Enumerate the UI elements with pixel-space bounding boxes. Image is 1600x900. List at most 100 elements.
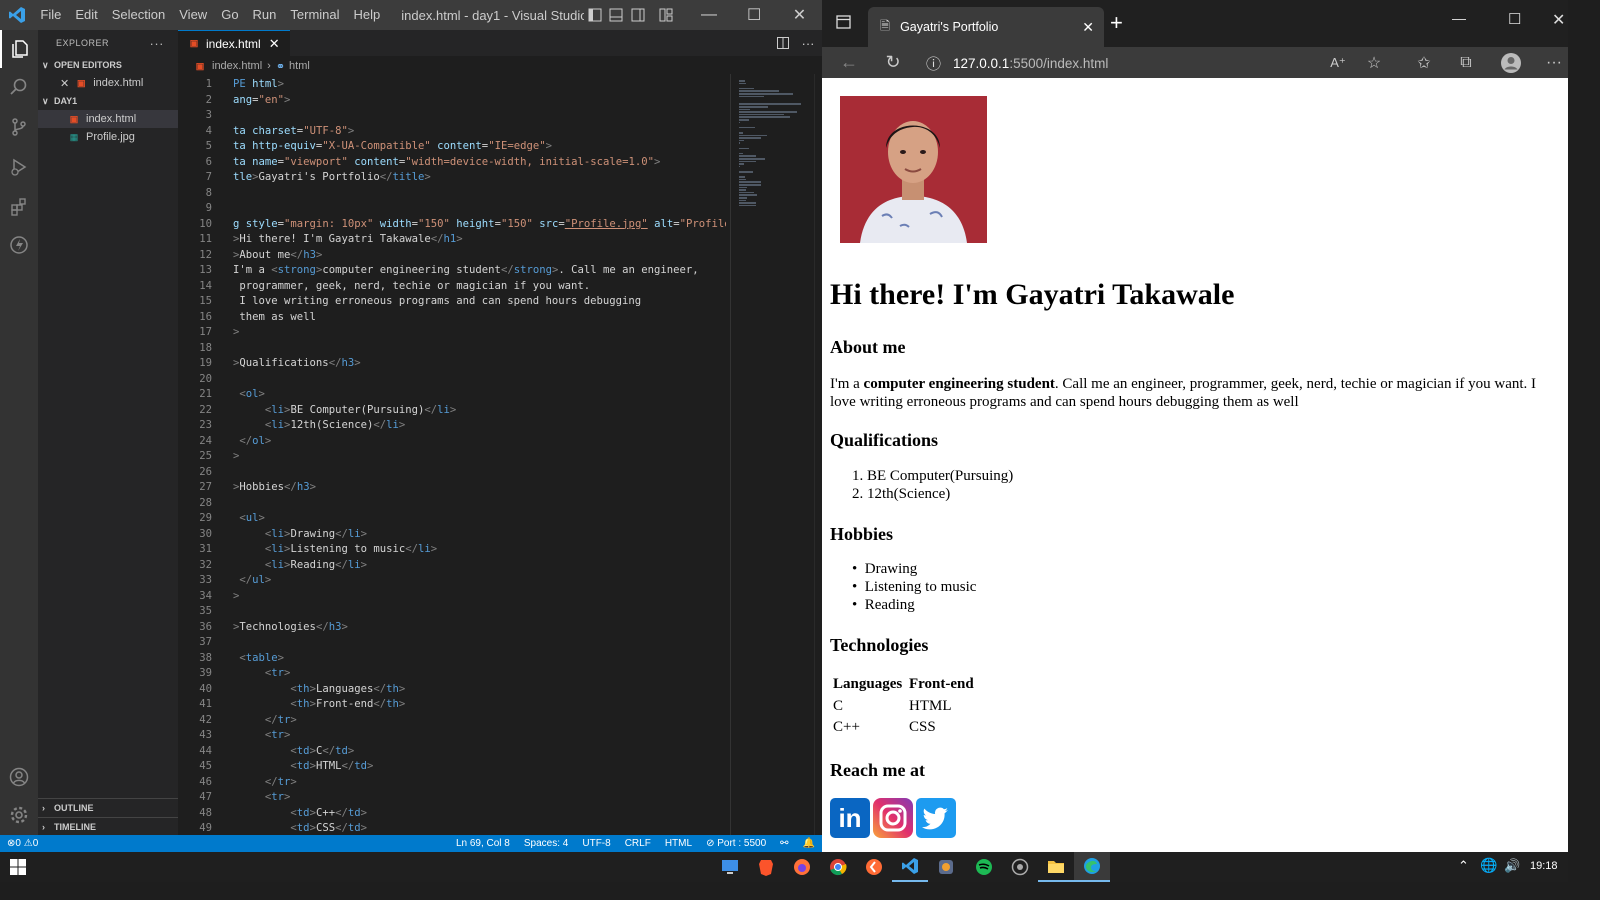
code-line[interactable]: 17 > — [178, 325, 726, 341]
code-line[interactable]: 11 >Hi there! I'm Gayatri Takawale</h1> — [178, 232, 726, 248]
cursor-position[interactable]: Ln 69, Col 8 — [449, 838, 517, 849]
profile-avatar-icon[interactable] — [1498, 47, 1524, 78]
collections-icon[interactable]: ⧉ — [1454, 47, 1478, 78]
browser-minimize-icon[interactable]: — — [1452, 10, 1466, 26]
code-line[interactable]: 21 <ol> — [178, 387, 726, 403]
code-line[interactable]: 38 <table> — [178, 651, 726, 667]
account-icon[interactable] — [0, 758, 38, 796]
split-editor-icon[interactable] — [772, 30, 794, 56]
line-ending[interactable]: CRLF — [618, 838, 658, 849]
code-line[interactable]: 9 — [178, 201, 726, 217]
problems-indicator[interactable]: ⊗0 ⚠0 — [0, 838, 45, 849]
toggle-sidebar-icon[interactable] — [584, 0, 606, 30]
firefox-icon[interactable] — [784, 852, 820, 882]
code-line[interactable]: 6 ta name="viewport" content="width=devic… — [178, 155, 726, 171]
outline-section[interactable]: › OUTLINE — [38, 798, 178, 816]
code-line[interactable]: 45 <td>HTML</td> — [178, 759, 726, 775]
menu-selection[interactable]: Selection — [105, 0, 172, 30]
code-line[interactable]: 44 <td>C</td> — [178, 744, 726, 760]
code-line[interactable]: 39 <tr> — [178, 666, 726, 682]
live-server-port[interactable]: ⊘ Port : 5500 — [699, 838, 773, 849]
code-line[interactable]: 46 </tr> — [178, 775, 726, 791]
address-bar[interactable]: ⓘ 127.0.0.1:5500/index.html — [926, 49, 1358, 77]
breadcrumb-file[interactable]: index.html — [212, 60, 262, 72]
search-icon[interactable] — [0, 68, 38, 106]
menu-help[interactable]: Help — [347, 0, 388, 30]
volume-icon[interactable]: 🔊 — [1504, 858, 1520, 874]
toggle-panel-icon[interactable] — [606, 0, 628, 30]
browser-close-icon[interactable]: ✕ — [1552, 10, 1565, 30]
code-line[interactable]: 49 <td>CSS</td> — [178, 821, 726, 835]
code-line[interactable]: 2 ang="en"> — [178, 93, 726, 109]
code-line[interactable]: 42 </tr> — [178, 713, 726, 729]
file-item-profile-jpg[interactable]: ▦ Profile.jpg — [38, 128, 178, 146]
code-line[interactable]: 32 <li>Reading</li> — [178, 558, 726, 574]
app-icon[interactable] — [928, 852, 964, 882]
toggle-secondary-sidebar-icon[interactable] — [627, 0, 649, 30]
notifications-icon[interactable]: 🔔 — [796, 838, 822, 849]
browser-menu-icon[interactable]: ··· — [1542, 47, 1566, 78]
site-info-icon[interactable]: ⓘ — [926, 53, 941, 74]
live-share-icon[interactable] — [0, 226, 38, 264]
feedback-icon[interactable]: ⚯ — [773, 838, 795, 849]
menu-go[interactable]: Go — [214, 0, 245, 30]
read-aloud-icon[interactable]: A⁺ — [1326, 47, 1350, 78]
file-item-index-html[interactable]: ▣ index.html — [38, 110, 178, 128]
code-line[interactable]: 1 PE html> — [178, 77, 726, 93]
app-icon[interactable] — [966, 852, 1002, 882]
show-hidden-icons[interactable]: ⌃ — [1458, 858, 1469, 874]
timeline-section[interactable]: › TIMELINE — [38, 817, 178, 835]
encoding[interactable]: UTF-8 — [575, 838, 617, 849]
network-icon[interactable]: 🌐 — [1480, 857, 1497, 874]
scrollbar[interactable] — [814, 74, 822, 835]
code-line[interactable]: 20 — [178, 372, 726, 388]
code-line[interactable]: 41 <th>Front-end</th> — [178, 697, 726, 713]
source-control-icon[interactable] — [0, 108, 38, 146]
browser-tab-close-icon[interactable]: ✕ — [1082, 19, 1094, 36]
code-line[interactable]: 30 <li>Drawing</li> — [178, 527, 726, 543]
browser-tab[interactable]: 🗎 Gayatri's Portfolio ✕ — [868, 7, 1104, 47]
code-line[interactable]: 37 — [178, 635, 726, 651]
code-line[interactable]: 14 programmer, geek, nerd, techie or mag… — [178, 279, 726, 295]
menu-edit[interactable]: Edit — [68, 0, 104, 30]
code-line[interactable]: 28 — [178, 496, 726, 512]
code-line[interactable]: 26 — [178, 465, 726, 481]
open-editor-item[interactable]: ✕ ▣ index.html — [38, 74, 178, 92]
code-editor[interactable]: 1 PE html> 2 ang="en"> 3 4 ta charset="UTF-8">… — [178, 74, 726, 835]
close-icon[interactable]: ✕ — [777, 0, 822, 30]
code-line[interactable]: 13 I'm a <strong>computer engineering stu… — [178, 263, 726, 279]
breadcrumb-node[interactable]: html — [289, 60, 310, 72]
code-line[interactable]: 23 <li>12th(Science)</li> — [178, 418, 726, 434]
tab-index-html[interactable]: ▣ index.html ✕ — [178, 30, 290, 56]
chrome-icon[interactable] — [820, 852, 856, 882]
editor-more-icon[interactable]: ··· — [794, 30, 822, 56]
run-debug-icon[interactable] — [0, 148, 38, 186]
app-icon[interactable] — [1002, 852, 1038, 882]
code-line[interactable]: 18 — [178, 341, 726, 357]
edge-taskbar-icon[interactable] — [1074, 852, 1110, 882]
refresh-icon[interactable]: ↻ — [880, 47, 906, 78]
desktop-app-icon[interactable] — [712, 852, 748, 882]
code-line[interactable]: 22 <li>BE Computer(Pursuing)</li> — [178, 403, 726, 419]
code-line[interactable]: 33 </ul> — [178, 573, 726, 589]
code-line[interactable]: 7 tle>Gayatri's Portfolio</title> — [178, 170, 726, 186]
code-line[interactable]: 4 ta charset="UTF-8"> — [178, 124, 726, 140]
code-line[interactable]: 36 >Technologies</h3> — [178, 620, 726, 636]
browser-maximize-icon[interactable]: ☐ — [1508, 10, 1521, 28]
indentation[interactable]: Spaces: 4 — [517, 838, 575, 849]
linkedin-icon[interactable]: in — [830, 798, 870, 838]
instagram-icon[interactable] — [873, 798, 913, 838]
tab-close-icon[interactable]: ✕ — [269, 36, 280, 52]
code-line[interactable]: 47 <tr> — [178, 790, 726, 806]
code-line[interactable]: 15 I love writing erroneous programs and… — [178, 294, 726, 310]
code-line[interactable]: 16 them as well — [178, 310, 726, 326]
code-line[interactable]: 5 ta http-equiv="X-UA-Compatible" content… — [178, 139, 726, 155]
code-line[interactable]: 29 <ul> — [178, 511, 726, 527]
code-line[interactable]: 8 — [178, 186, 726, 202]
back-icon[interactable]: ← — [836, 47, 862, 78]
code-line[interactable]: 34 > — [178, 589, 726, 605]
code-line[interactable]: 12 >About me</h3> — [178, 248, 726, 264]
code-line[interactable]: 48 <td>C++</td> — [178, 806, 726, 822]
language-mode[interactable]: HTML — [658, 838, 699, 849]
open-editors-section[interactable]: ∨ OPEN EDITORS — [38, 56, 178, 74]
